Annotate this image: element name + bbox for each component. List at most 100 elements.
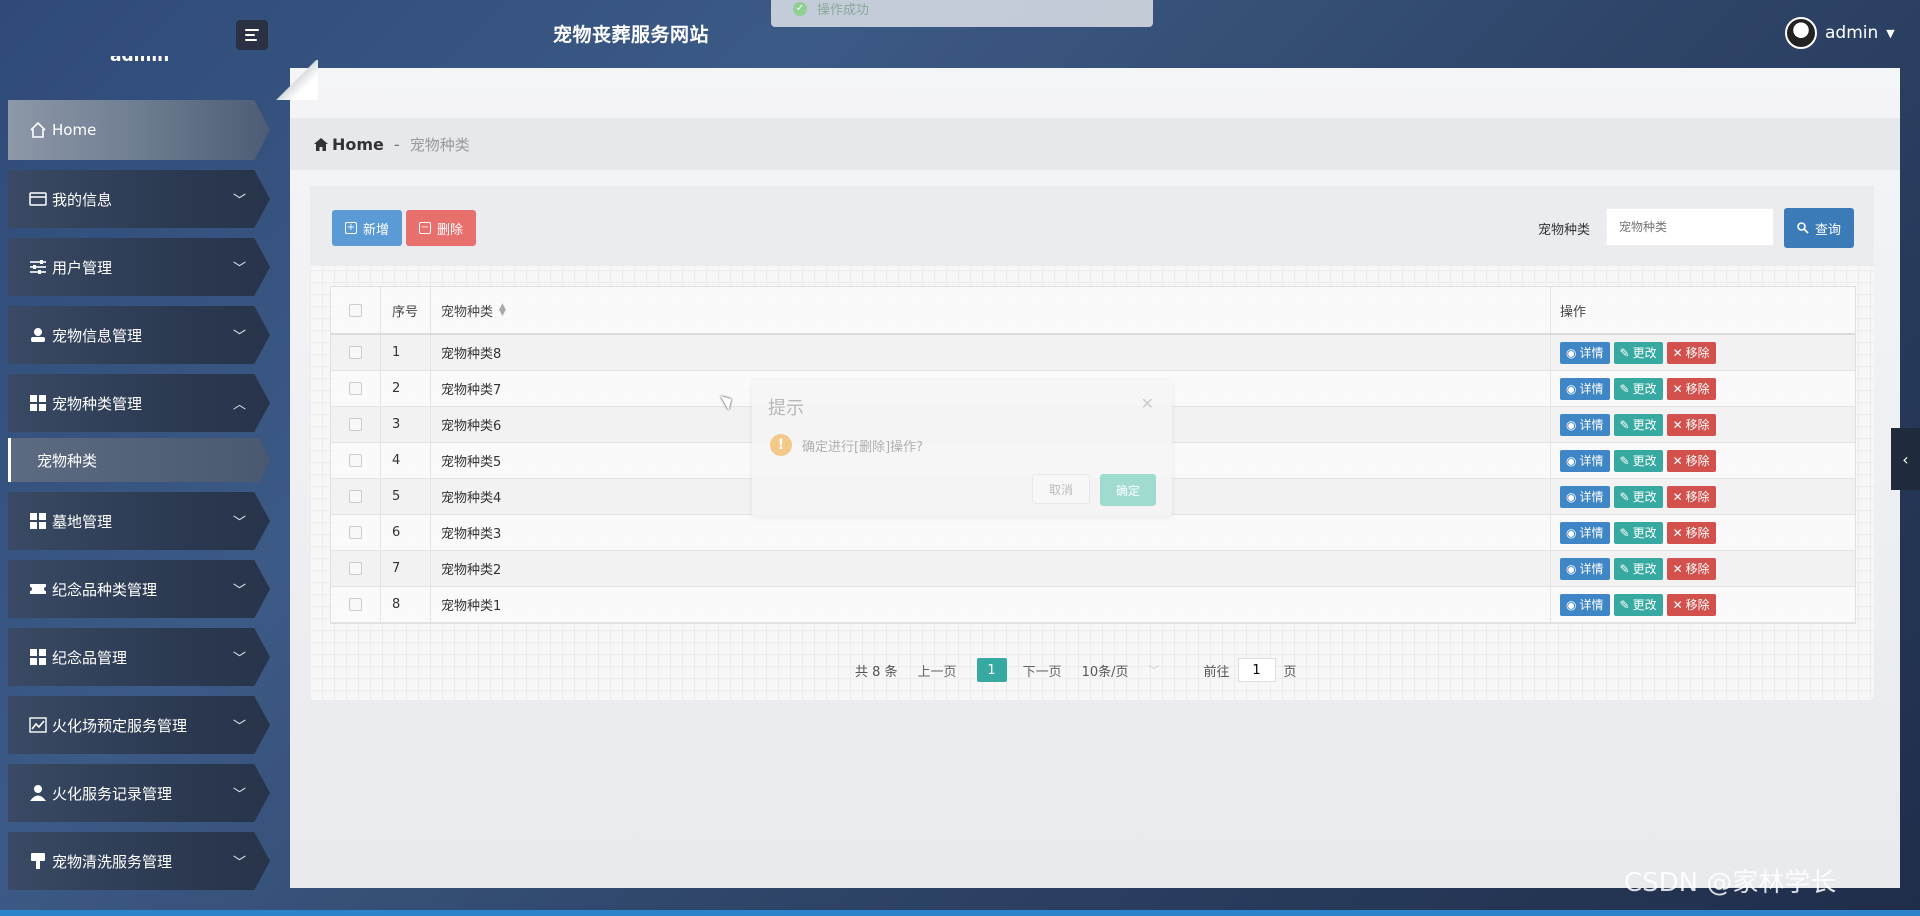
chevron-down-icon: ﹀ [232, 787, 246, 803]
edit-button[interactable]: ✎ 更改 [1613, 521, 1663, 544]
eye-icon: ◉ [1566, 453, 1577, 468]
column-header-no: 序号 [381, 287, 431, 333]
detail-button[interactable]: ◉ 详情 [1560, 413, 1610, 436]
detail-button[interactable]: ◉ 详情 [1560, 377, 1610, 400]
dialog-title: 提示 [768, 398, 804, 419]
detail-button[interactable]: ◉ 详情 [1560, 593, 1610, 616]
edit-button[interactable]: ✎ 更改 [1613, 557, 1663, 580]
row-number: 8 [381, 587, 431, 622]
cancel-button[interactable]: 取消 [1032, 474, 1090, 504]
remove-button[interactable]: ✕ 移除 [1666, 557, 1716, 580]
row-number: 3 [381, 407, 431, 442]
remove-button[interactable]: ✕ 移除 [1666, 449, 1716, 472]
confirm-button[interactable]: 确定 [1100, 474, 1156, 506]
row-checkbox[interactable] [349, 598, 362, 611]
warning-icon: ! [770, 434, 792, 456]
sidebar-item-pet-type-mgmt[interactable]: 宠物种类管理 ︿ [8, 374, 270, 432]
top-bar: 宠物丧葬服务网站 ✓ 操作成功 admin ▼ [0, 0, 1920, 68]
edit-icon: ✎ [1619, 345, 1630, 360]
remove-button[interactable]: ✕ 移除 [1666, 341, 1716, 364]
edit-button[interactable]: ✎ 更改 [1613, 341, 1663, 364]
row-number: 1 [381, 335, 431, 370]
goto-page-input[interactable] [1237, 658, 1276, 682]
menu-toggle-button[interactable] [236, 20, 268, 50]
sidebar-item-souvenir-type[interactable]: 纪念品种类管理 ﹀ [8, 560, 270, 618]
edit-button[interactable]: ✎ 更改 [1613, 377, 1663, 400]
sidebar-item-home[interactable]: Home [8, 100, 270, 160]
chevron-down-icon: ﹀ [232, 193, 246, 209]
remove-button[interactable]: ✕ 移除 [1666, 485, 1716, 508]
search-input[interactable] [1606, 208, 1774, 246]
detail-button[interactable]: ◉ 详情 [1560, 485, 1610, 508]
avatar [1785, 17, 1817, 49]
edit-button[interactable]: ✎ 更改 [1613, 485, 1663, 508]
user-name: admin [1825, 23, 1879, 43]
close-icon[interactable]: ✕ [1141, 394, 1154, 413]
edit-icon: ✎ [1619, 561, 1630, 576]
goto-label: 前往 [1203, 664, 1230, 680]
row-checkbox[interactable] [349, 382, 362, 395]
row-actions: ◉ 详情 ✎ 更改 ✕ 移除 [1551, 587, 1855, 622]
row-checkbox[interactable] [349, 454, 362, 467]
add-button[interactable]: + 新增 [332, 210, 402, 246]
breadcrumb-home[interactable]: Home [314, 135, 384, 154]
sidebar-item-users[interactable]: 用户管理 ﹀ [8, 238, 270, 296]
row-actions: ◉ 详情 ✎ 更改 ✕ 移除 [1551, 551, 1855, 586]
edit-button[interactable]: ✎ 更改 [1613, 593, 1663, 616]
edit-icon: ✎ [1619, 381, 1630, 396]
sidebar-item-cemetery[interactable]: 墓地管理 ﹀ [8, 492, 270, 550]
page-size-select[interactable]: 10条/页 ﹀ [1082, 661, 1160, 680]
detail-button[interactable]: ◉ 详情 [1560, 341, 1610, 364]
column-header-name[interactable]: 宠物种类 ▲ ▼ [431, 287, 1551, 333]
chevron-left-icon: ‹ [1902, 449, 1909, 469]
row-checkbox[interactable] [349, 562, 362, 575]
select-all-checkbox[interactable] [349, 303, 362, 317]
sidebar-item-souvenir[interactable]: 纪念品管理 ﹀ [8, 628, 270, 686]
confirm-dialog: 提示 ✕ ! 确定进行[删除]操作? 取消 确定 [752, 380, 1172, 516]
chart-icon [28, 715, 48, 735]
sliders-icon [28, 257, 48, 277]
sidebar-item-label: 火化服务记录管理 [52, 784, 173, 803]
sort-icon[interactable]: ▲ ▼ [499, 303, 506, 318]
delete-button[interactable]: − 删除 [406, 210, 476, 246]
sidebar-item-my-info[interactable]: 我的信息 ﹀ [8, 170, 270, 228]
sidebar-subitem-pet-type[interactable]: 宠物种类 [8, 438, 270, 482]
sidebar-item-label: 宠物清洗服务管理 [52, 852, 173, 871]
search-button[interactable]: 查询 [1784, 208, 1854, 248]
detail-button[interactable]: ◉ 详情 [1560, 557, 1610, 580]
row-checkbox[interactable] [349, 418, 362, 431]
row-checkbox[interactable] [349, 346, 362, 359]
eye-icon: ◉ [1566, 489, 1577, 504]
prev-page-button[interactable]: 上一页 [918, 661, 957, 680]
row-number: 6 [381, 515, 431, 550]
detail-button[interactable]: ◉ 详情 [1560, 521, 1610, 544]
table-row: 6 宠物种类3 ◉ 详情 ✎ 更改 ✕ 移除 [331, 515, 1855, 551]
user-menu[interactable]: admin ▼ [1785, 17, 1895, 49]
row-pet-type: 宠物种类2 [431, 551, 1551, 586]
dialog-message-row: ! 确定进行[删除]操作? [770, 434, 923, 456]
row-actions: ◉ 详情 ✎ 更改 ✕ 移除 [1551, 407, 1855, 442]
remove-button[interactable]: ✕ 移除 [1666, 377, 1716, 400]
sidebar-item-pet-info[interactable]: 宠物信息管理 ﹀ [8, 306, 270, 364]
row-actions: ◉ 详情 ✎ 更改 ✕ 移除 [1551, 515, 1855, 550]
remove-button[interactable]: ✕ 移除 [1666, 593, 1716, 616]
home-icon [28, 120, 48, 140]
detail-button[interactable]: ◉ 详情 [1560, 449, 1610, 472]
edit-icon: ✎ [1619, 489, 1630, 504]
sidebar-item-cremation-records[interactable]: 火化服务记录管理 ﹀ [8, 764, 270, 822]
row-checkbox[interactable] [349, 490, 362, 503]
remove-button[interactable]: ✕ 移除 [1666, 413, 1716, 436]
sidebar-item-label: 我的信息 [52, 190, 113, 209]
edit-button[interactable]: ✎ 更改 [1613, 413, 1663, 436]
collapse-panel-button[interactable]: ‹ [1891, 428, 1920, 490]
next-page-button[interactable]: 下一页 [1023, 661, 1062, 680]
edit-icon: ✎ [1619, 597, 1630, 612]
sidebar-item-pet-cleaning[interactable]: 宠物清洗服务管理 ﹀ [8, 832, 270, 890]
sidebar-item-cremation-booking[interactable]: 火化场预定服务管理 ﹀ [8, 696, 270, 754]
row-number: 7 [381, 551, 431, 586]
row-checkbox[interactable] [349, 526, 362, 539]
chevron-down-icon: ﹀ [232, 329, 246, 345]
page-number-current[interactable]: 1 [976, 658, 1007, 682]
edit-button[interactable]: ✎ 更改 [1613, 449, 1663, 472]
remove-button[interactable]: ✕ 移除 [1666, 521, 1716, 544]
